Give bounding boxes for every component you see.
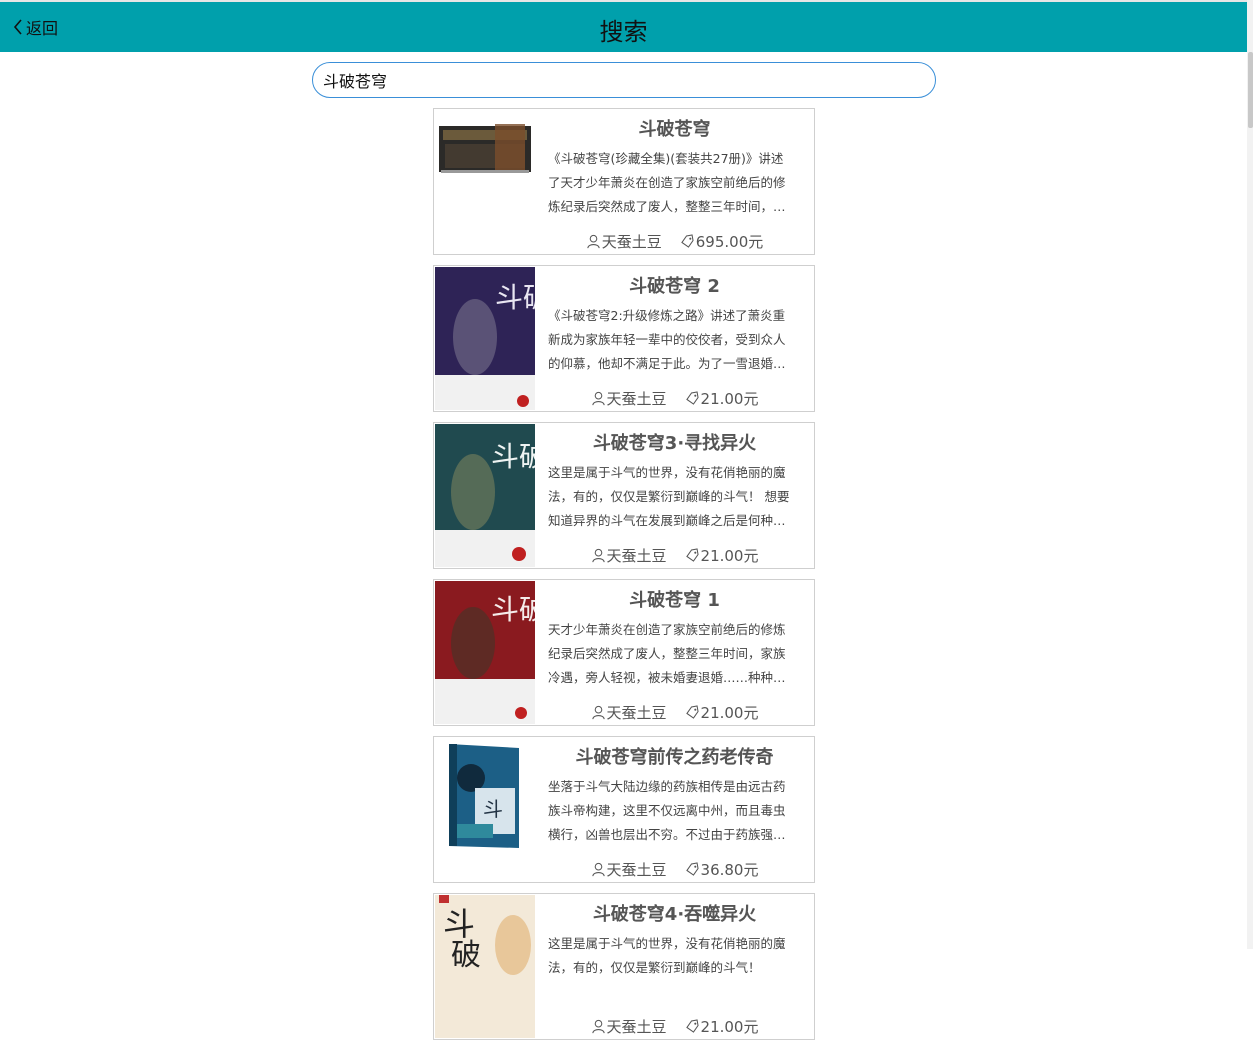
book-author: 天蚕土豆 [591,702,667,723]
book-description: 这里是属于斗气的世界，没有花俏艳丽的魔法，有的，仅仅是繁衍到巅峰的斗气！ [548,936,786,975]
book-card[interactable]: 斗破斗破苍穹 2 《斗破苍穹2:升级修炼之路》讲述了萧炎重新成为家族年轻一辈中的佼… [433,265,815,412]
search-box[interactable] [312,62,936,98]
book-cover-image[interactable]: 斗 [435,738,535,881]
top-bar: 返回 搜索 [0,0,1247,52]
book-list: 斗破苍穹《斗破苍穹(珍藏全集)(套装共27册)》讲述了天才少年萧炎在创造了家族空… [433,108,815,1050]
book-author-name: 天蚕土豆 [601,233,662,251]
book-author: 天蚕土豆 [591,545,667,566]
book-author-name: 天蚕土豆 [606,547,667,565]
user-icon [591,705,605,720]
price-tag-icon [685,391,699,405]
book-description: 天才少年萧炎在创造了家族空前绝后的修炼纪录后突然成了废人，整整三年时间，家族冷遇… [548,622,786,685]
book-meta: 天蚕土豆 21.00元 [539,545,810,566]
book-title[interactable]: 斗破苍穹4·吞噬异火 [539,900,810,926]
book-price-value: 21.00元 [700,390,759,408]
book-meta: 天蚕土豆 695.00元 [539,231,810,252]
book-description: 坐落于斗气大陆边缘的药族相传是由远古药族斗帝构建，这里不仅远离中州，而且毒虫横行… [548,779,786,842]
book-meta: 天蚕土豆 21.00元 [539,388,810,409]
book-card[interactable]: 斗破苍穹《斗破苍穹(珍藏全集)(套装共27册)》讲述了天才少年萧炎在创造了家族空… [433,108,815,255]
book-cover-image[interactable]: 斗破 [435,424,535,567]
book-description: 《斗破苍穹2:升级修炼之路》讲述了萧炎重新成为家族年轻一辈中的佼佼者，受到众人的… [548,308,786,371]
book-author-name: 天蚕土豆 [606,704,667,722]
price-tag-icon [685,548,699,562]
book-cover-image[interactable]: 斗破 [435,581,535,724]
book-cover-image[interactable] [435,110,535,253]
book-price: 21.00元 [685,545,759,566]
book-title[interactable]: 斗破苍穹 1 [539,586,810,612]
user-icon [591,1019,605,1034]
book-title[interactable]: 斗破苍穹前传之药老传奇 [539,743,810,769]
book-author: 天蚕土豆 [586,231,662,252]
book-title[interactable]: 斗破苍穹 [539,115,810,141]
book-meta: 天蚕土豆 21.00元 [539,1016,810,1037]
book-author: 天蚕土豆 [591,859,667,880]
book-description: 这里是属于斗气的世界，没有花俏艳丽的魔法，有的，仅仅是繁衍到巅峰的斗气！ 想要知… [548,465,790,528]
svg-text:斗破: 斗破 [495,281,535,314]
book-meta: 天蚕土豆 21.00元 [539,702,810,723]
price-tag-icon [685,862,699,876]
book-author-name: 天蚕土豆 [606,861,667,879]
book-price-value: 695.00元 [695,233,764,251]
book-card[interactable]: 斗破 斗破苍穹3·寻找异火这里是属于斗气的世界，没有花俏艳丽的魔法，有的，仅仅是繁… [433,422,815,569]
book-price-value: 21.00元 [700,547,759,565]
book-price: 21.00元 [685,702,759,723]
book-author: 天蚕土豆 [591,1016,667,1037]
book-price: 21.00元 [685,1016,759,1037]
book-card[interactable]: 斗破斗破苍穹4·吞噬异火这里是属于斗气的世界，没有花俏艳丽的魔法，有的，仅仅是繁… [433,893,815,1040]
page-title: 搜索 [599,18,648,46]
user-icon [591,548,605,563]
user-icon [591,391,605,406]
book-price-value: 21.00元 [700,1018,759,1036]
book-price-value: 36.80元 [700,861,759,879]
price-tag-icon [685,1019,699,1033]
user-icon [591,862,605,877]
svg-text:斗破: 斗破 [491,440,535,473]
book-title[interactable]: 斗破苍穹3·寻找异火 [539,429,810,455]
book-price-value: 21.00元 [700,704,759,722]
scrollbar[interactable] [1247,0,1253,949]
book-price: 695.00元 [680,231,764,252]
book-price: 36.80元 [685,859,759,880]
book-title[interactable]: 斗破苍穹 2 [539,272,810,298]
svg-text:破: 破 [451,938,481,973]
book-cover-image[interactable]: 斗破 [435,267,535,410]
book-author-name: 天蚕土豆 [606,390,667,408]
book-description: 《斗破苍穹(珍藏全集)(套装共27册)》讲述了天才少年萧炎在创造了家族空前绝后的… [548,151,786,214]
price-tag-icon [680,234,694,248]
book-card[interactable]: 斗 斗破苍穹前传之药老传奇坐落于斗气大陆边缘的药族相传是由远古药族斗帝构建，这里不… [433,736,815,883]
search-input[interactable] [323,63,925,97]
book-price: 21.00元 [685,388,759,409]
user-icon [587,234,600,249]
book-cover-image[interactable]: 斗破 [435,895,535,1038]
svg-text:斗: 斗 [483,797,503,821]
book-card[interactable]: 斗破 斗破苍穹 1 天才少年萧炎在创造了家族空前绝后的修炼纪录后突然成了废人，整整三… [433,579,815,726]
svg-text:斗破: 斗破 [491,593,535,626]
price-tag-icon [685,705,699,719]
book-author: 天蚕土豆 [591,388,667,409]
book-meta: 天蚕土豆 36.80元 [539,859,810,880]
scrollbar-thumb[interactable] [1248,52,1253,128]
book-author-name: 天蚕土豆 [606,1018,667,1036]
